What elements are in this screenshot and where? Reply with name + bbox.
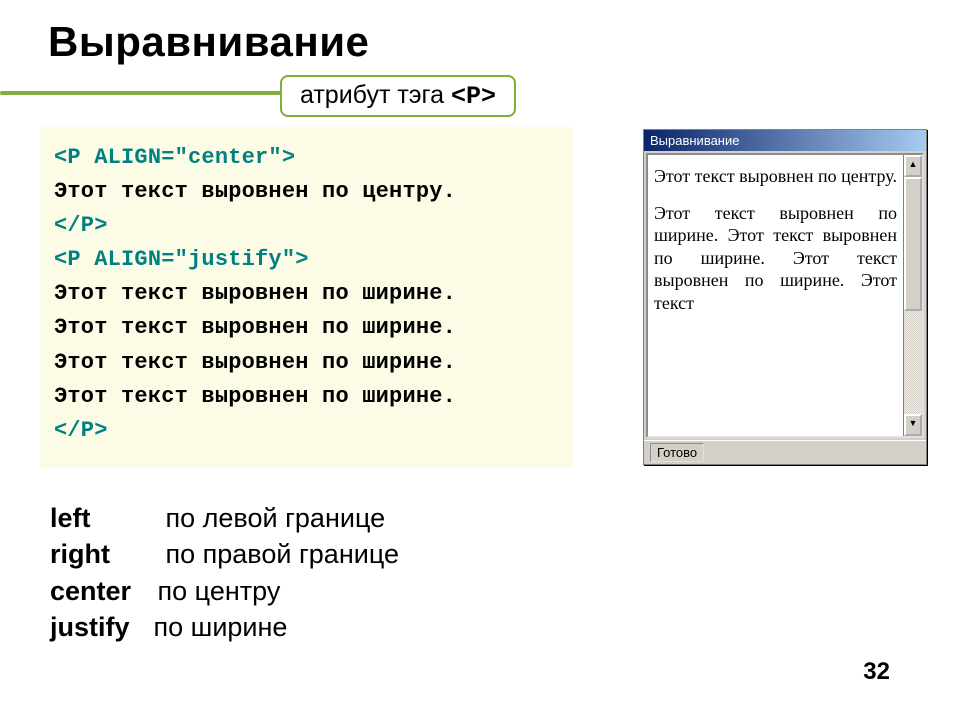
desc-right: right по правой границе: [50, 536, 399, 572]
code-example: <P ALIGN="center"> Этот текст выровнен п…: [40, 127, 573, 468]
browser-preview: Выравнивание Этот текст выровнен по цент…: [643, 129, 927, 465]
slide-title: Выравнивание: [48, 18, 369, 66]
attribute-tag: <P>: [451, 82, 496, 111]
browser-status-bar: Готово: [644, 440, 926, 464]
desc-value: по ширине: [154, 612, 288, 642]
scroll-up-icon[interactable]: ▲: [904, 155, 922, 177]
scrollbar[interactable]: ▲ ▼: [903, 155, 922, 436]
status-text: Готово: [650, 443, 704, 462]
page-number: 32: [863, 658, 890, 686]
desc-justify: justify по ширине: [50, 609, 399, 645]
desc-value: по правой границе: [166, 539, 399, 569]
scroll-track[interactable]: [904, 177, 922, 414]
code-line: </P>: [54, 209, 559, 243]
code-line: Этот текст выровнен по центру.: [54, 175, 559, 209]
code-line: </P>: [54, 414, 559, 448]
attribute-callout: атрибут тэга <P>: [280, 75, 516, 117]
preview-center-text: Этот текст выровнен по центру.: [654, 165, 897, 188]
alignment-descriptions: left по левой границе right по правой гр…: [50, 500, 399, 646]
desc-key: justify: [50, 609, 146, 645]
code-line: <P ALIGN="center">: [54, 141, 559, 175]
attribute-prefix: атрибут тэга: [300, 81, 451, 109]
desc-value: по левой границе: [166, 503, 386, 533]
desc-left: left по левой границе: [50, 500, 399, 536]
accent-line: [0, 91, 300, 95]
browser-content: Этот текст выровнен по центру. Этот текс…: [648, 155, 903, 436]
code-line: Этот текст выровнен по ширине.: [54, 346, 559, 380]
desc-value: по центру: [158, 576, 281, 606]
code-line: Этот текст выровнен по ширине.: [54, 380, 559, 414]
desc-key: right: [50, 536, 158, 572]
code-line: Этот текст выровнен по ширине.: [54, 277, 559, 311]
code-line: Этот текст выровнен по ширине.: [54, 311, 559, 345]
code-line: <P ALIGN="justify">: [54, 243, 559, 277]
desc-key: left: [50, 500, 158, 536]
scroll-down-icon[interactable]: ▼: [904, 414, 922, 436]
scroll-thumb[interactable]: [904, 177, 922, 311]
preview-justify-text: Этот текст выровнен по ширине. Этот текс…: [654, 202, 897, 315]
browser-viewport: Этот текст выровнен по центру. Этот текс…: [646, 153, 924, 438]
browser-title-bar: Выравнивание: [644, 130, 926, 151]
desc-key: center: [50, 573, 150, 609]
desc-center: center по центру: [50, 573, 399, 609]
